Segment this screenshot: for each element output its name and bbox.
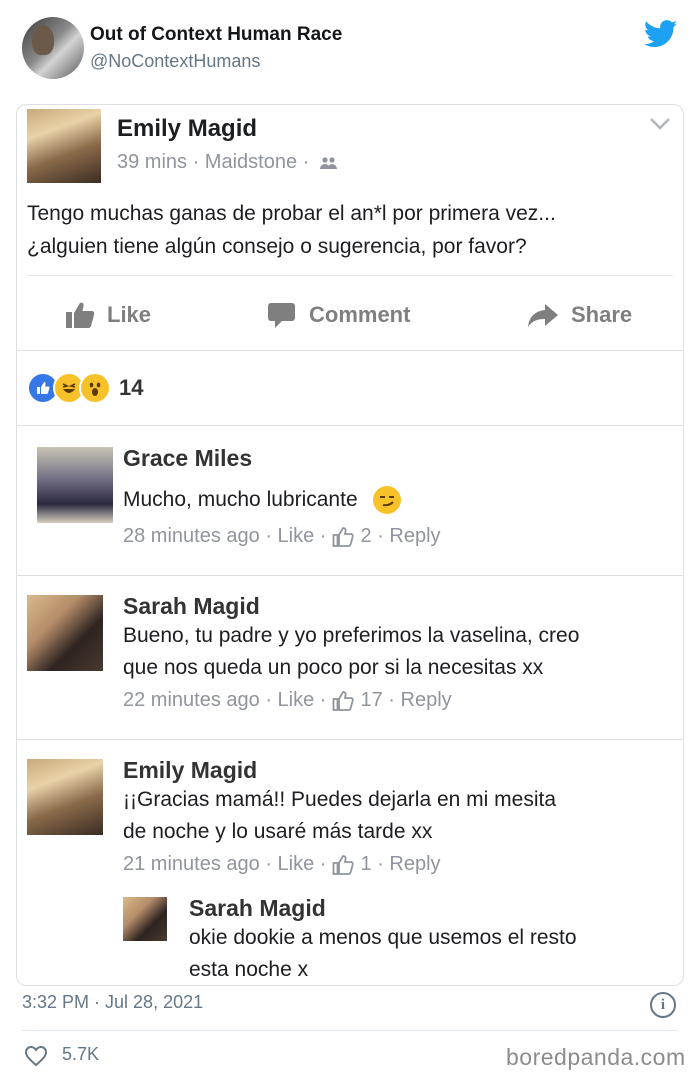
commenter-avatar[interactable] — [27, 595, 103, 671]
divider — [17, 425, 683, 426]
account-avatar[interactable] — [22, 17, 84, 79]
share-arrow-icon — [528, 304, 558, 327]
comment-time[interactable]: 22 minutes ago — [123, 689, 260, 712]
thumbs-up-outline-icon — [333, 526, 355, 547]
tweet-header: Out of Context Human Race @NoContextHuma… — [0, 0, 700, 96]
reaction-count: 14 — [119, 375, 144, 400]
comment-text-line-2: que nos queda un poco por si la necesita… — [123, 656, 544, 679]
account-handle[interactable]: @NoContextHumans — [90, 51, 260, 72]
friends-audience-icon — [319, 157, 337, 169]
comment-meta: 21 minutes ago · Like · 1 · Reply — [123, 853, 441, 876]
divider — [22, 1030, 678, 1031]
comment-label: Comment — [309, 302, 411, 327]
like-label: Like — [107, 302, 152, 327]
comment-like-link[interactable]: Like — [278, 525, 315, 548]
reply-text-line-2: esta noche x — [189, 958, 309, 981]
reply-author[interactable]: Sarah Magid — [189, 895, 326, 922]
reply-text: okie dookie a menos que usemos el resto … — [189, 922, 669, 985]
account-name[interactable]: Out of Context Human Race — [90, 24, 342, 46]
like-action-button[interactable]: Like — [65, 297, 151, 333]
comment-like-count: 2 — [360, 525, 372, 547]
heart-icon[interactable] — [24, 1045, 48, 1067]
comment-like-count: 17 — [360, 689, 383, 711]
twitter-bird-icon[interactable] — [644, 20, 678, 48]
reply-text-line-1: okie dookie a menos que usemos el resto — [189, 926, 577, 949]
commenter-avatar[interactable] — [37, 447, 113, 523]
chevron-down-icon[interactable] — [649, 117, 671, 131]
comment-reply-link[interactable]: Reply — [389, 525, 440, 548]
comment-body: Mucho, mucho lubricante — [123, 488, 358, 511]
post-text: Tengo muchas ganas de probar el an*l por… — [27, 197, 677, 263]
watermark: boredpanda.com — [506, 1044, 686, 1070]
reply-author-avatar[interactable] — [123, 897, 167, 941]
post-author-name[interactable]: Emily Magid — [117, 115, 257, 143]
comment-author[interactable]: Grace Miles — [123, 445, 252, 472]
comment-like-count: 1 — [360, 853, 372, 875]
comment-meta: 22 minutes ago · Like · 17 · Reply — [123, 689, 452, 712]
wow-reaction-icon — [79, 372, 111, 404]
comment-like-link[interactable]: Like — [278, 853, 315, 876]
post-text-line-1: Tengo muchas ganas de probar el an*l por… — [27, 202, 556, 225]
comment-text: Bueno, tu padre y yo preferimos la vasel… — [123, 620, 668, 684]
comment-reply-link[interactable]: Reply — [401, 689, 452, 712]
comment-text: Mucho, mucho lubricante — [123, 484, 668, 516]
divider — [17, 739, 683, 740]
facebook-post-screenshot: Emily Magid 39 mins · Maidstone · Tengo … — [16, 104, 684, 986]
thumbs-up-outline-icon — [333, 690, 355, 711]
comment-meta: 28 minutes ago · Like · 2 · Reply — [123, 525, 441, 548]
divider — [17, 575, 683, 576]
share-label: Share — [571, 302, 633, 327]
post-text-line-2: ¿alguien tiene algún consejo o sugerenci… — [27, 235, 527, 258]
smirk-emoji-icon — [373, 486, 402, 515]
thumbs-up-outline-icon — [333, 854, 355, 875]
comment-text-line-1: Bueno, tu padre y yo preferimos la vasel… — [123, 624, 580, 647]
share-action-button[interactable]: Share — [527, 297, 632, 333]
post-meta: 39 mins · Maidstone · — [117, 151, 339, 174]
comment-time[interactable]: 28 minutes ago — [123, 525, 260, 548]
comment-author[interactable]: Emily Magid — [123, 757, 257, 784]
comment-text-line-1: ¡¡Gracias mamá!! Puedes dejarla en mi me… — [123, 788, 556, 811]
post-author-avatar[interactable] — [27, 109, 101, 183]
divider — [17, 350, 683, 351]
info-icon[interactable]: i — [650, 992, 676, 1018]
comment-reply-link[interactable]: Reply — [389, 853, 440, 876]
comment-action-button[interactable]: Comment — [267, 297, 410, 333]
comment-text: ¡¡Gracias mamá!! Puedes dejarla en mi me… — [123, 784, 668, 848]
comment-time[interactable]: 21 minutes ago — [123, 853, 260, 876]
like-count[interactable]: 5.7K — [62, 1044, 99, 1065]
post-meta-text: 39 mins · Maidstone · — [117, 151, 310, 173]
commenter-avatar[interactable] — [27, 759, 103, 835]
comment-icon — [268, 303, 295, 328]
reactions-summary[interactable]: 14 — [27, 372, 144, 404]
comment-author[interactable]: Sarah Magid — [123, 593, 260, 620]
comment-like-link[interactable]: Like — [278, 689, 315, 712]
comment-text-line-2: de noche y lo usaré más tarde xx — [123, 820, 433, 843]
divider — [27, 275, 673, 276]
tweet-timestamp[interactable]: 3:32 PM · Jul 28, 2021 — [22, 992, 203, 1013]
thumbs-up-icon — [66, 302, 95, 328]
